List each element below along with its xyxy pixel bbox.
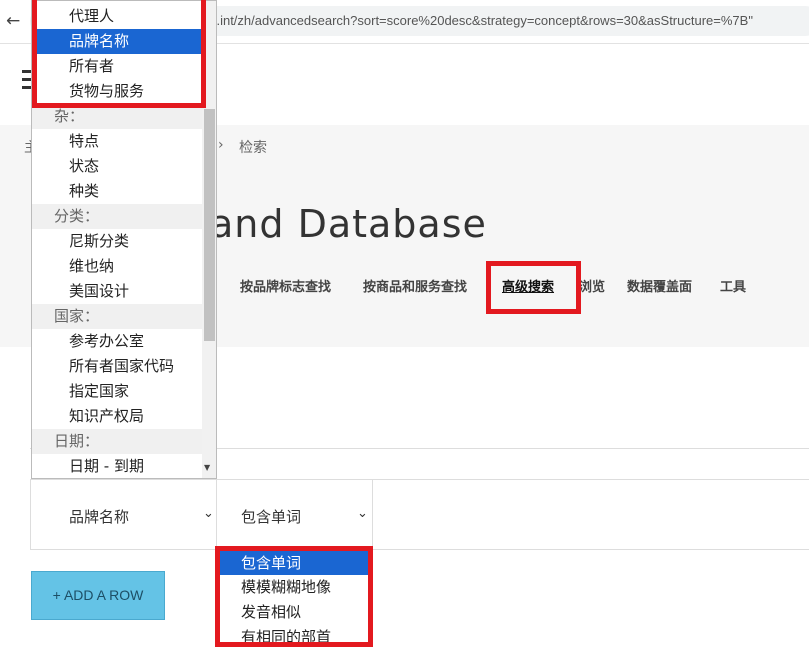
add-row-button[interactable]: + ADD A ROW (31, 571, 165, 620)
highlight-advanced-search (486, 261, 581, 314)
breadcrumb-separator: › (218, 137, 224, 153)
chevron-down-icon[interactable]: ⌄ (357, 506, 368, 521)
field-option-status[interactable]: 状态 (32, 154, 202, 179)
field-option-ip-office[interactable]: 知识产权局 (32, 404, 202, 429)
scroll-down-arrow-icon[interactable]: ▼ (204, 463, 210, 472)
field-group-date: 日期： (32, 429, 202, 454)
field-option-type[interactable]: 种类 (32, 179, 202, 204)
dropdown-scrollbar-thumb[interactable] (204, 109, 215, 341)
search-criteria-row: 品牌名称 ⌄ 包含单词 ⌄ (30, 479, 809, 550)
breadcrumb-current: 检索 (239, 140, 267, 156)
field-group-classification: 分类： (32, 204, 202, 229)
field-option-vienna[interactable]: 维也纳 (32, 254, 202, 279)
tab-tools[interactable]: 工具 (720, 276, 746, 295)
back-arrow-icon[interactable]: ← (6, 11, 22, 31)
field-group-country: 国家： (32, 304, 202, 329)
tab-goods-services-search[interactable]: 按商品和服务查找 (363, 276, 467, 295)
field-option-designated-country[interactable]: 指定国家 (32, 379, 202, 404)
highlight-field-options (32, 0, 206, 108)
field-option-feature[interactable]: 特点 (32, 129, 202, 154)
operator-select[interactable]: 包含单词 (241, 506, 301, 527)
tab-brand-logo-search[interactable]: 按品牌标志查找 (240, 276, 331, 295)
field-option-reference-office[interactable]: 参考办公室 (32, 329, 202, 354)
chevron-down-icon[interactable]: ⌄ (203, 506, 214, 521)
tab-data-coverage[interactable]: 数据覆盖面 (627, 276, 692, 295)
url-text: po.int/zh/advancedsearch?sort=score%20de… (202, 13, 753, 28)
field-option-owner-country-code[interactable]: 所有者国家代码 (32, 354, 202, 379)
tab-browse[interactable]: 浏览 (579, 276, 605, 295)
page-title: and Database (210, 202, 487, 246)
field-select[interactable]: 品牌名称 (69, 506, 129, 527)
field-option-expiry-date[interactable]: 日期 - 到期 (32, 454, 202, 478)
highlight-operator-options (215, 546, 373, 647)
field-option-us-design[interactable]: 美国设计 (32, 279, 202, 304)
field-option-nice-class[interactable]: 尼斯分类 (32, 229, 202, 254)
